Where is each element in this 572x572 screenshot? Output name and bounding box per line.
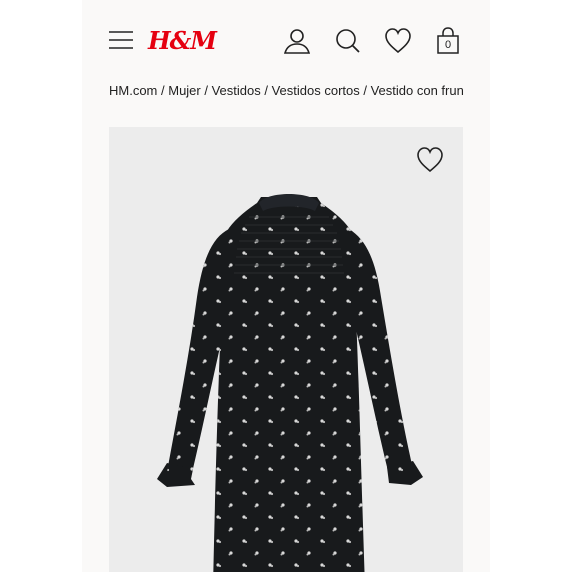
breadcrumb-item-mujer[interactable]: Mujer bbox=[168, 83, 201, 98]
dress-image bbox=[157, 194, 423, 572]
favorites-icon[interactable] bbox=[383, 26, 413, 56]
product-image[interactable] bbox=[109, 127, 463, 572]
product-page: H&M 0 HM.com / Mujer / Vestidos / Vestid… bbox=[82, 0, 490, 572]
cart-count: 0 bbox=[444, 39, 452, 51]
cart-button[interactable]: 0 bbox=[433, 26, 463, 56]
breadcrumb-item-hm[interactable]: HM.com bbox=[109, 83, 157, 98]
search-icon[interactable] bbox=[333, 26, 363, 56]
breadcrumb-item-current: Vestido con frun bbox=[370, 83, 464, 98]
breadcrumb-separator: / bbox=[260, 83, 272, 98]
hm-logo[interactable]: H&M bbox=[148, 27, 217, 55]
breadcrumb-separator: / bbox=[200, 83, 212, 98]
breadcrumb-separator: / bbox=[359, 83, 371, 98]
menu-icon[interactable] bbox=[109, 29, 133, 51]
breadcrumb: HM.com / Mujer / Vestidos / Vestidos cor… bbox=[109, 83, 469, 99]
heart-outline-icon[interactable] bbox=[415, 145, 445, 175]
breadcrumb-item-vestidos[interactable]: Vestidos bbox=[212, 83, 261, 98]
account-icon[interactable] bbox=[282, 26, 312, 56]
breadcrumb-separator: / bbox=[157, 83, 169, 98]
breadcrumb-item-vestidos-cortos[interactable]: Vestidos cortos bbox=[272, 83, 360, 98]
header: H&M 0 bbox=[82, 0, 490, 80]
